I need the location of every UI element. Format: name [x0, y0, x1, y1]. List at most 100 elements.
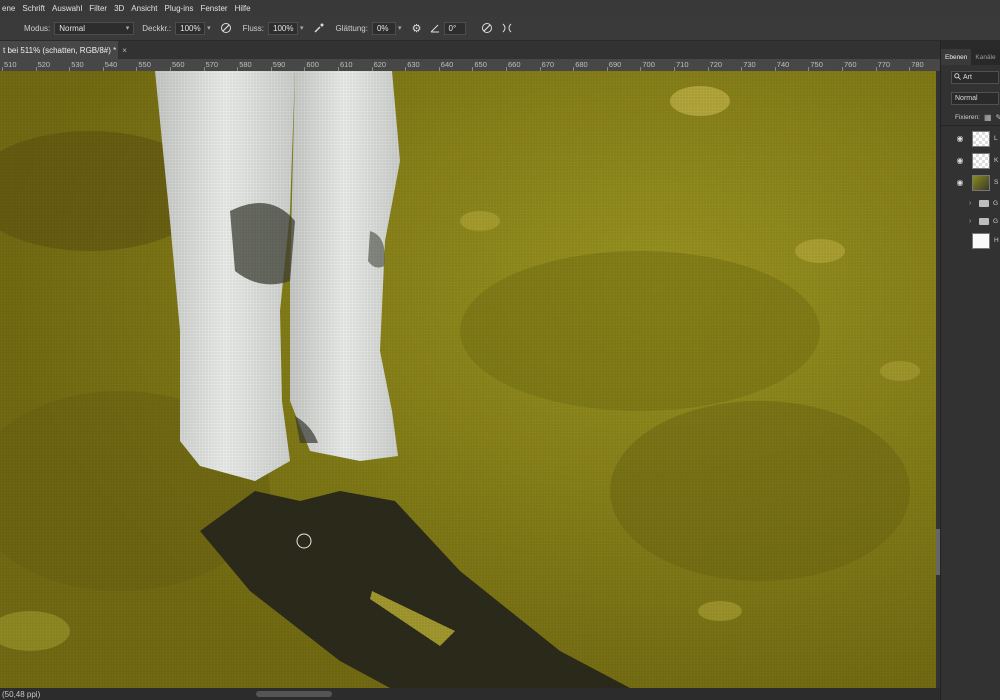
chevron-right-icon[interactable]: › [969, 200, 977, 207]
document-tab[interactable]: t bei 511% (schatten, RGB/8#) * × [0, 41, 127, 59]
menu-item-plugins[interactable]: Plug-ins [165, 4, 199, 13]
ruler-label: 600 [306, 60, 319, 69]
glaettung-dropdown[interactable]: ▾ [398, 24, 402, 32]
status-bar: (50,48 ppi) [0, 688, 940, 700]
ruler-label: 550 [138, 60, 151, 69]
layer-group-row[interactable]: ◉ › G [941, 212, 1000, 230]
menu-item-hilfe[interactable]: Hilfe [235, 4, 256, 13]
glaettung-input[interactable]: 0% [371, 21, 396, 35]
folder-icon [979, 199, 989, 207]
blend-mode-value: Normal [955, 95, 978, 102]
layers-panel: Ebenen Kanäle Art Normal Fixieren: ▦ ✎ ◉… [940, 41, 1000, 700]
eye-icon[interactable]: ◉ [955, 178, 965, 187]
angle-value: 0° [448, 23, 457, 33]
ruler-label: 620 [373, 60, 387, 69]
ruler-label: 580 [239, 60, 252, 69]
layer-thumbnail [972, 232, 990, 249]
canvas[interactable] [0, 71, 940, 688]
ruler-label: 530 [71, 60, 84, 69]
horizontal-scroll-thumb[interactable] [256, 691, 332, 697]
ruler-label: 750 [810, 60, 823, 69]
ruler-label: 560 [172, 60, 185, 69]
menu-item-auswahl[interactable]: Auswahl [52, 4, 87, 13]
menu-item-ebene[interactable]: ene [2, 4, 20, 13]
blend-mode-select[interactable]: Normal [951, 92, 999, 105]
ruler-label: 670 [541, 60, 555, 69]
chevron-right-icon[interactable]: › [969, 218, 977, 225]
modus-value: Normal [59, 23, 86, 33]
document-tab-bar: t bei 511% (schatten, RGB/8#) * × [0, 41, 940, 59]
layer-thumbnail [972, 152, 990, 169]
ruler-label: 710 [676, 60, 689, 69]
fluss-input[interactable]: 100% [268, 21, 298, 35]
panel-divider [941, 125, 1000, 126]
close-icon[interactable]: × [122, 46, 127, 55]
deckkr-value: 100% [180, 23, 201, 33]
layer-thumbnail [972, 174, 990, 191]
eye-icon[interactable]: ◉ [955, 156, 965, 165]
deckkr-input[interactable]: 100% [175, 21, 206, 35]
lock-transparency-icon[interactable]: ▦ [984, 113, 992, 122]
eye-icon[interactable]: ◉ [955, 199, 965, 208]
tab-kanaele[interactable]: Kanäle [971, 49, 999, 65]
tab-ebenen[interactable]: Ebenen [941, 49, 972, 65]
ruler-label: 570 [205, 60, 219, 69]
gear-icon[interactable]: ⚙ [410, 21, 424, 35]
menu-item-3d[interactable]: 3D [114, 4, 129, 13]
layer-row-selected[interactable]: ◉ S [941, 172, 1000, 193]
pressure-size-icon[interactable] [480, 21, 494, 35]
angle-input[interactable]: 0° [443, 21, 466, 35]
layer-group-row[interactable]: ◉ › G [941, 194, 1000, 212]
eye-icon[interactable]: ◉ [955, 236, 965, 245]
layer-filter-select[interactable]: Art [951, 71, 999, 84]
deckkr-dropdown[interactable]: ▾ [207, 24, 211, 32]
layer-name: L [994, 135, 998, 142]
ruler-label: 640 [440, 60, 454, 69]
ruler-label: 760 [844, 60, 857, 69]
eye-icon[interactable]: ◉ [955, 134, 965, 143]
glaettung-label: Glättung: [335, 23, 368, 33]
menu-item-schrift[interactable]: Schrift [22, 4, 50, 13]
ruler-label: 510 [4, 60, 17, 69]
ruler-label: 720 [709, 60, 723, 69]
airbrush-icon[interactable] [312, 21, 326, 35]
fluss-value: 100% [273, 23, 294, 33]
layer-name: H [994, 237, 999, 244]
ruler-label: 630 [407, 60, 420, 69]
symmetry-icon[interactable] [500, 21, 514, 35]
options-bar: Modus: Normal ▾ Deckkr.: 100% ▾ Fluss: 1… [0, 16, 1000, 41]
ruler-label: 540 [104, 60, 118, 69]
ruler-label: 730 [743, 60, 756, 69]
eye-icon[interactable]: ◉ [955, 217, 965, 226]
ruler-label: 740 [776, 60, 790, 69]
ruler-label: 780 [911, 60, 924, 69]
ruler-label: 590 [272, 60, 286, 69]
fluss-label: Fluss: [242, 23, 264, 33]
menu-item-ansicht[interactable]: Ansicht [131, 4, 162, 13]
chevron-down-icon: ▾ [125, 25, 130, 32]
menu-item-filter[interactable]: Filter [89, 4, 112, 13]
lock-row: Fixieren: ▦ ✎ [955, 112, 1000, 122]
menu-bar: ene Schrift Auswahl Filter 3D Ansicht Pl… [0, 0, 1000, 16]
lock-label: Fixieren: [955, 113, 980, 121]
layer-row[interactable]: ◉ K [941, 150, 1000, 171]
modus-select[interactable]: Normal ▾ [54, 21, 135, 35]
modus-label: Modus: [24, 23, 51, 33]
fluss-dropdown[interactable]: ▾ [300, 24, 304, 32]
search-icon [954, 73, 961, 82]
panel-header [941, 41, 1000, 49]
layer-row[interactable]: ◉ L [941, 128, 1000, 149]
layer-row[interactable]: ◉ H [941, 230, 1000, 251]
canvas-image [0, 71, 940, 688]
panel-tabs: Ebenen Kanäle [941, 49, 1000, 65]
document-tab-title: t bei 511% (schatten, RGB/8#) * [3, 45, 117, 55]
ruler-label: 660 [508, 60, 521, 69]
ruler-label: 770 [877, 60, 891, 69]
layer-thumbnail [972, 130, 990, 147]
deckkr-label: Deckkr.: [142, 23, 172, 33]
menu-item-fenster[interactable]: Fenster [200, 4, 232, 13]
ruler-label: 650 [474, 60, 487, 69]
ruler-label: 610 [340, 60, 353, 69]
lock-brush-icon[interactable]: ✎ [996, 113, 1000, 122]
pressure-opacity-icon[interactable] [219, 21, 233, 35]
